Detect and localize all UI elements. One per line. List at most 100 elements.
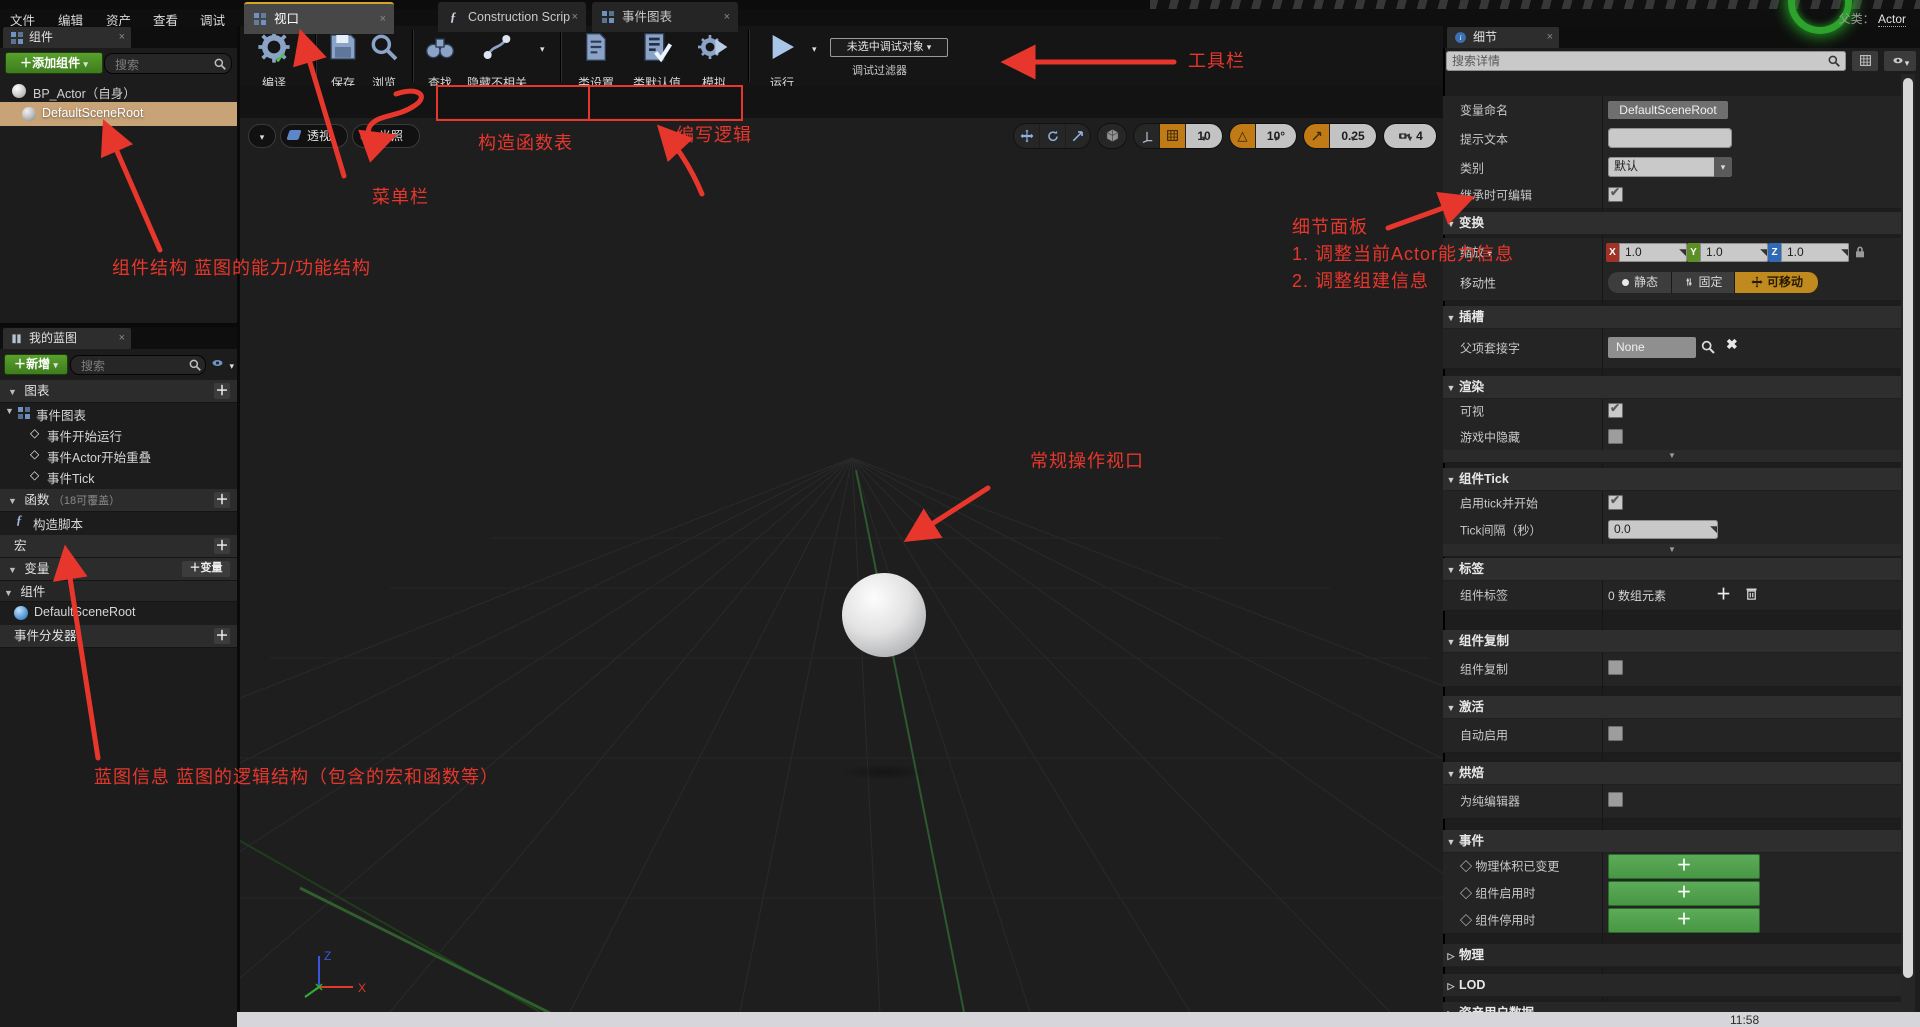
tick-advanced-expander[interactable]: ▼ (1443, 544, 1901, 557)
play-options-caret[interactable]: ▾ (812, 44, 817, 55)
event-item-beginplay[interactable]: ◇ 事件开始运行 (0, 424, 237, 445)
dispatchers-header[interactable]: 事件分发器 ＋ (0, 625, 237, 648)
visibility-filter-button[interactable]: ▾ (210, 356, 234, 374)
viewport-3d[interactable]: X Z ▾ 透视 光照 (240, 118, 1443, 1012)
simulate-button[interactable]: 模拟 (694, 28, 734, 66)
details-visibility-button[interactable]: ▾ (1884, 51, 1916, 71)
socket-clear-icon[interactable]: ✖ (1726, 336, 1738, 353)
macros-header[interactable]: 宏 ＋ (0, 535, 237, 558)
add-macro-button[interactable]: ＋ (214, 538, 230, 554)
event-graph-item[interactable]: ▼ 事件图表 (0, 403, 237, 424)
new-button[interactable]: ＋新增 ▾ (4, 354, 68, 375)
scale-y-input[interactable]: 1.0 (1700, 243, 1768, 262)
construction-script-item[interactable]: ƒ 构造脚本 (0, 512, 237, 533)
add-event-activated-button[interactable]: ＋ (1608, 881, 1760, 906)
auto-activate-checkbox[interactable] (1608, 726, 1623, 741)
myblueprint-search-input[interactable] (79, 356, 177, 376)
tick-interval-input[interactable]: 0.0 (1608, 520, 1718, 539)
scale-snap-value[interactable]: 0.25▾ (1330, 124, 1376, 148)
visible-checkbox[interactable] (1608, 403, 1623, 418)
close-icon[interactable]: × (380, 4, 386, 34)
hidden-in-game-checkbox[interactable] (1608, 429, 1623, 444)
variables-header[interactable]: ▼ 变量 ＋变量 (0, 558, 237, 581)
components-search-input[interactable] (113, 54, 205, 75)
parent-socket-value[interactable]: None (1608, 337, 1696, 358)
close-icon[interactable]: × (119, 27, 125, 48)
close-icon[interactable]: × (1547, 27, 1553, 48)
grid-snap-value[interactable]: 10▾ (1186, 124, 1222, 148)
socket-search-icon[interactable] (1700, 339, 1716, 355)
graphs-header[interactable]: ▼ 图表 ＋ (0, 380, 237, 403)
play-button[interactable]: 运行 (762, 28, 802, 66)
lock-icon[interactable] (1852, 243, 1868, 261)
blueprint-scene-root-item[interactable]: DefaultSceneRoot (0, 602, 237, 624)
add-dispatcher-button[interactable]: ＋ (214, 628, 230, 644)
close-icon[interactable]: × (119, 328, 125, 349)
add-event-physics-volume-button[interactable]: ＋ (1608, 854, 1760, 879)
myblueprint-search[interactable] (70, 355, 206, 375)
details-tab[interactable]: 细节 × (1447, 27, 1559, 48)
add-tag-icon[interactable]: ＋ (1716, 583, 1731, 604)
scale-z-input[interactable]: 1.0 (1781, 243, 1849, 262)
hide-unrelated-caret[interactable]: ▾ (540, 44, 545, 55)
mobility-stationary-button[interactable]: 固定 (1672, 272, 1735, 293)
rotation-snap-value[interactable]: 10°▾ (1256, 124, 1296, 148)
add-function-button[interactable]: ＋ (214, 492, 230, 508)
details-search[interactable]: 搜索详情 (1446, 51, 1846, 71)
mobility-movable-button[interactable]: 可移动 (1735, 272, 1819, 293)
rendering-advanced-expander[interactable]: ▼ (1443, 450, 1901, 463)
section-replication[interactable]: ▼组件复制 (1443, 630, 1901, 653)
scene-sphere-object[interactable] (842, 573, 926, 657)
category-dropdown[interactable]: 默认 ▾ (1608, 157, 1732, 177)
details-scrollbar-thumb[interactable] (1903, 78, 1913, 978)
start-with-tick-checkbox[interactable] (1608, 495, 1623, 510)
tab-viewport[interactable]: 视口 × (244, 2, 394, 34)
components-subheader[interactable]: ▼ 组件 (0, 581, 237, 602)
section-tags[interactable]: ▼标签 (1443, 558, 1901, 581)
scale-snap-toggle[interactable] (1304, 124, 1329, 148)
world-local-toggle[interactable] (1098, 124, 1126, 148)
hide-unrelated-button[interactable]: 隐藏不相关 (464, 28, 530, 66)
section-lod[interactable]: ▷LOD (1443, 974, 1901, 997)
add-event-deactivated-button[interactable]: ＋ (1608, 908, 1760, 933)
section-activation[interactable]: ▼激活 (1443, 696, 1901, 719)
components-tab[interactable]: 组件 × (3, 27, 131, 48)
tooltip-input[interactable] (1608, 128, 1732, 148)
debug-object-dropdown[interactable]: 未选中调试对象 ▾ (830, 38, 948, 57)
section-events[interactable]: ▼事件 (1443, 830, 1901, 853)
tab-event-graph[interactable]: 事件图表 × (592, 2, 738, 32)
close-icon[interactable]: × (724, 2, 730, 32)
component-row-scene-root[interactable]: DefaultSceneRoot (0, 102, 237, 126)
editable-checkbox[interactable] (1608, 187, 1623, 202)
tab-construction-script[interactable]: ƒ Construction Scrip × (438, 2, 586, 32)
functions-header[interactable]: ▼ 函数 （18可覆盖） ＋ (0, 489, 237, 512)
rotate-tool-button[interactable] (1040, 124, 1065, 148)
myblueprint-tab[interactable]: 我的蓝图 × (3, 328, 131, 349)
lit-mode-button[interactable]: 光照 (352, 124, 420, 148)
scale-tool-button[interactable] (1066, 124, 1090, 148)
rotation-snap-toggle[interactable]: △ (1230, 124, 1255, 148)
camera-speed-group[interactable]: 4▾ (1384, 124, 1436, 148)
close-icon[interactable]: × (572, 2, 578, 32)
event-item-tick[interactable]: ◇ 事件Tick (0, 466, 237, 487)
move-tool-button[interactable] (1014, 124, 1039, 148)
components-search[interactable] (104, 53, 232, 74)
class-settings-button[interactable]: 类设置 (572, 28, 620, 66)
add-graph-button[interactable]: ＋ (214, 383, 230, 399)
surface-snap-button[interactable] (1134, 124, 1159, 148)
section-component-tick[interactable]: ▼组件Tick (1443, 468, 1901, 491)
is-editor-only-checkbox[interactable] (1608, 792, 1623, 807)
section-cooking[interactable]: ▼烘焙 (1443, 762, 1901, 785)
component-row-root[interactable]: BP_Actor（自身） (0, 80, 237, 102)
grid-snap-toggle[interactable] (1160, 124, 1185, 148)
section-transform[interactable]: ▼变换 (1443, 212, 1901, 235)
class-defaults-button[interactable]: 类默认值 (628, 28, 686, 66)
perspective-button[interactable]: 透视 (280, 124, 348, 148)
variable-name-value[interactable]: DefaultSceneRoot (1608, 101, 1728, 119)
section-sockets[interactable]: ▼插槽 (1443, 306, 1901, 329)
compile-options-caret[interactable]: ▾ (297, 44, 302, 55)
add-component-button[interactable]: ＋添加组件 ▾ (5, 52, 103, 74)
section-rendering[interactable]: ▼渲染 (1443, 376, 1901, 399)
component-replicates-checkbox[interactable] (1608, 660, 1623, 675)
parent-class-link[interactable]: Actor (1878, 12, 1906, 27)
